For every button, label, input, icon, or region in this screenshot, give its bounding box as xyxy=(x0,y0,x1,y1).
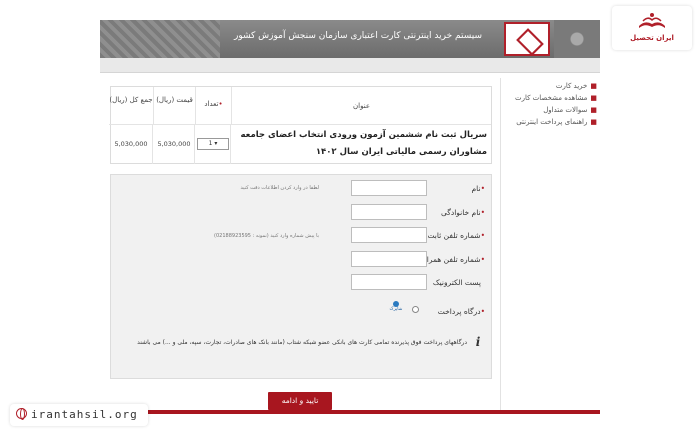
first-name-field[interactable] xyxy=(351,180,427,196)
column-header-price: قیمت (ریال) xyxy=(153,87,195,125)
email-label-text: پست الکترونیک xyxy=(432,278,481,287)
item-total: 5,030,000 xyxy=(114,140,148,148)
site-url-badge: irantahsil.org xyxy=(10,404,148,426)
globe-icon xyxy=(16,408,27,420)
phone-label: •شماره تلفن ثابت xyxy=(427,231,485,240)
sidebar-divider xyxy=(500,78,501,413)
sidebar-item-label: مشاهده مشخصات کارت xyxy=(515,94,588,102)
required-marker: • xyxy=(480,184,485,193)
last-name-label: •نام خانوادگی xyxy=(441,208,485,217)
column-header-qty-label: تعداد xyxy=(204,100,219,108)
banner-title: سیستم خرید اینترنتی کارت اعتباری سازمان … xyxy=(234,31,482,41)
book-icon xyxy=(639,13,665,28)
banner-ornament xyxy=(554,20,600,58)
brand-name: ایران تحصیل xyxy=(630,34,674,42)
required-marker: • xyxy=(480,307,485,316)
first-name-hint: لطفا در وارد کردن اطلاعات دقت کنید xyxy=(240,185,319,191)
mobile-field[interactable] xyxy=(351,251,427,267)
email-label: پست الکترونیک xyxy=(433,278,481,287)
info-icon: i xyxy=(475,335,481,349)
column-header-title: عنوان xyxy=(231,87,491,125)
banner-strip xyxy=(100,58,600,73)
order-table: عنوان •تعداد قیمت (ریال) جمع کل (ریال) س… xyxy=(109,86,492,164)
sidebar-item-buy-card[interactable]: ■خرید کارت xyxy=(505,80,597,92)
gateway-note: درگاههای پرداخت فوق پذیرنده تمامی کارت ه… xyxy=(137,339,467,346)
last-name-label-text: نام خانوادگی xyxy=(441,208,481,217)
phone-field[interactable] xyxy=(351,227,427,243)
required-marker: • xyxy=(480,208,485,217)
column-header-qty: •تعداد xyxy=(195,87,231,125)
item-title: سریال ثبت نام ششمین آزمون ورودی انتخاب ا… xyxy=(240,130,488,157)
site-url: irantahsil.org xyxy=(31,408,138,421)
shaparak-icon: شاپرک xyxy=(385,301,407,315)
bullet-icon: ■ xyxy=(590,82,597,90)
item-price: 5,030,000 xyxy=(157,140,191,148)
last-name-field[interactable] xyxy=(351,204,427,220)
sidebar-item-faq[interactable]: ■سوالات متداول xyxy=(505,104,597,116)
page: سیستم خرید اینترنتی کارت اعتباری سازمان … xyxy=(0,0,700,430)
organization-logo xyxy=(504,22,550,56)
sidebar-item-view-card[interactable]: ■مشاهده مشخصات کارت xyxy=(505,92,597,104)
sidebar-item-payment-guide[interactable]: ■راهنمای پرداخت اینترنتی xyxy=(505,116,597,128)
required-marker: • xyxy=(480,231,485,240)
banner-pattern xyxy=(100,20,220,58)
gateway-radio[interactable] xyxy=(412,306,419,313)
phone-hint: با پیش شماره وارد کنید (نمونه : 02188923… xyxy=(214,233,319,239)
sidebar-menu: ■خرید کارت ■مشاهده مشخصات کارت ■سوالات م… xyxy=(505,80,597,128)
gateway-label-text: درگاه پرداخت xyxy=(437,307,481,316)
sidebar-item-label: خرید کارت xyxy=(555,82,588,90)
chevron-down-icon: ▾ xyxy=(214,140,218,147)
footer-bar xyxy=(100,410,600,414)
column-header-total: جمع کل (ریال) xyxy=(109,87,153,125)
confirm-continue-button[interactable]: تایید و ادامه xyxy=(268,392,332,410)
mobile-label-text: شماره تلفن همراه xyxy=(422,255,481,264)
email-field[interactable] xyxy=(351,274,427,290)
gateway-label: •درگاه پرداخت xyxy=(438,307,485,316)
required-marker: • xyxy=(480,255,485,264)
mobile-label: •شماره تلفن همراه xyxy=(423,255,485,264)
brand-badge: ایران تحصیل xyxy=(612,6,692,50)
first-name-label-text: نام xyxy=(471,184,481,193)
bullet-icon: ■ xyxy=(590,118,597,126)
bullet-icon: ■ xyxy=(590,94,597,102)
first-name-label: •نام xyxy=(472,184,485,193)
header-banner: سیستم خرید اینترنتی کارت اعتباری سازمان … xyxy=(100,20,600,58)
customer-form: •نام لطفا در وارد کردن اطلاعات دقت کنید … xyxy=(110,174,492,379)
quantity-value: 1 xyxy=(208,140,213,147)
required-marker: • xyxy=(218,100,223,108)
sidebar-item-label: سوالات متداول xyxy=(543,106,588,114)
bullet-icon: ■ xyxy=(590,106,597,114)
sidebar-item-label: راهنمای پرداخت اینترنتی xyxy=(516,118,588,126)
phone-label-text: شماره تلفن ثابت xyxy=(427,231,481,240)
quantity-select[interactable]: 1 ▾ xyxy=(197,138,229,150)
column-divider xyxy=(230,125,231,164)
